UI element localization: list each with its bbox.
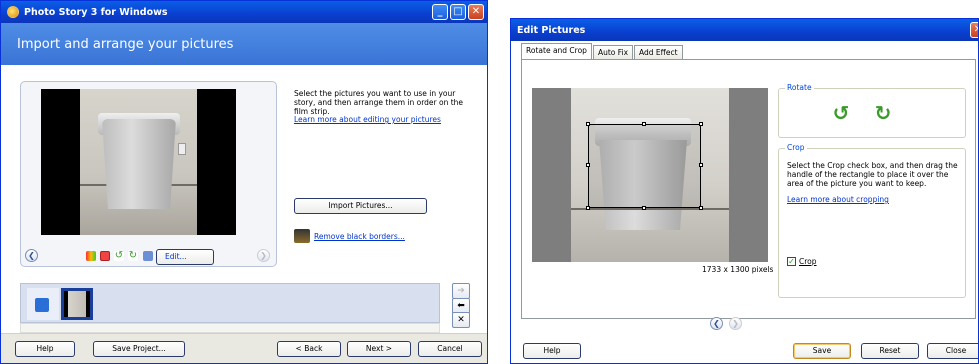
levels-icon[interactable]	[86, 251, 96, 261]
crop-checkbox[interactable]: ✓	[787, 257, 796, 266]
image-dimensions: 1733 x 1300 pixels	[702, 265, 774, 274]
instructions-text: Select the pictures you want to use in y…	[294, 89, 464, 116]
rotate-group: Rotate ↺ ↻	[778, 83, 966, 138]
close-button[interactable]: ✕	[970, 22, 978, 38]
remove-borders-icon	[294, 229, 310, 243]
move-right-button[interactable]: ➜	[452, 283, 470, 299]
edit-icon	[143, 251, 153, 261]
tab-strip: Rotate and Crop Auto Fix Add Effect	[521, 43, 684, 59]
remove-red-eye-icon[interactable]	[100, 251, 110, 261]
bottom-bar: Help Save Project... < Back Next > Cance…	[1, 333, 487, 363]
rotate-left-icon[interactable]: ↺	[829, 101, 853, 125]
edit-button[interactable]: Edit...	[156, 249, 214, 265]
film-strip-scrollbar[interactable]	[20, 323, 440, 333]
crop-handle[interactable]	[586, 122, 590, 126]
learn-more-link[interactable]: Learn more about editing your pictures	[294, 115, 441, 124]
crop-label: Crop	[785, 143, 807, 152]
help-button[interactable]: Help	[523, 343, 581, 359]
cancel-button[interactable]: Cancel	[418, 341, 482, 357]
close-button[interactable]: ✕	[468, 4, 484, 20]
next-picture-button[interactable]: ❯	[729, 317, 742, 330]
app-icon	[7, 6, 19, 18]
learn-more-cropping-link[interactable]: Learn more about cropping	[787, 195, 889, 204]
save-button[interactable]: Save	[793, 343, 851, 359]
back-button[interactable]: < Back	[277, 341, 341, 357]
title-bar: Edit Pictures ✕	[511, 19, 978, 41]
page-title: Import and arrange your pictures	[1, 23, 487, 65]
close-dialog-button[interactable]: Close	[927, 343, 978, 359]
previous-picture-button[interactable]: ❮	[710, 317, 723, 330]
crop-handle[interactable]	[699, 122, 703, 126]
import-pictures-button[interactable]: Import Pictures...	[294, 198, 427, 214]
preview-photo	[41, 89, 236, 235]
minimize-button[interactable]: _	[432, 4, 448, 20]
crop-checkbox-label[interactable]: Crop	[799, 257, 817, 266]
crop-handle[interactable]	[642, 122, 646, 126]
previous-picture-button[interactable]: ❮	[25, 249, 38, 262]
tab-auto-fix[interactable]: Auto Fix	[592, 45, 634, 59]
crop-handle[interactable]	[699, 163, 703, 167]
help-button[interactable]: Help	[15, 341, 75, 357]
remove-black-borders-link[interactable]: Remove black borders...	[314, 232, 405, 241]
window-title: Edit Pictures	[517, 24, 586, 36]
crop-group: Crop Select the Crop check box, and then…	[778, 143, 966, 298]
window-title: Photo Story 3 for Windows	[24, 6, 168, 18]
rotate-right-icon[interactable]: ↻	[871, 101, 895, 125]
rotate-right-icon[interactable]: ↻	[128, 251, 138, 261]
tab-add-effect[interactable]: Add Effect	[634, 45, 683, 59]
photo-story-window: Photo Story 3 for Windows _ □ ✕ Import a…	[0, 0, 488, 364]
crop-handle[interactable]	[586, 163, 590, 167]
tab-panel: 1733 x 1300 pixels Rotate ↺ ↻ Crop Selec…	[521, 59, 976, 319]
tab-rotate-and-crop[interactable]: Rotate and Crop	[521, 43, 592, 59]
film-thumbnail[interactable]	[27, 288, 59, 320]
film-strip	[20, 283, 440, 323]
crop-handle[interactable]	[699, 206, 703, 210]
maximize-button[interactable]: □	[450, 4, 466, 20]
title-bar: Photo Story 3 for Windows _ □ ✕	[1, 1, 487, 23]
crop-handle[interactable]	[642, 206, 646, 210]
delete-picture-button[interactable]: ✕	[452, 312, 470, 328]
rotate-left-icon[interactable]: ↺	[114, 251, 124, 261]
film-thumbnail-selected[interactable]	[61, 288, 93, 320]
save-project-button[interactable]: Save Project...	[93, 341, 185, 357]
next-picture-button[interactable]: ❯	[257, 249, 270, 262]
crop-photo	[532, 88, 768, 262]
edit-pictures-window: Edit Pictures ✕ Rotate and Crop Auto Fix…	[510, 18, 979, 364]
next-button[interactable]: Next >	[347, 341, 411, 357]
rotate-label: Rotate	[785, 83, 814, 92]
crop-handle[interactable]	[586, 206, 590, 210]
crop-instructions: Select the Crop check box, and then drag…	[787, 161, 958, 188]
reset-button[interactable]: Reset	[861, 343, 919, 359]
crop-rectangle[interactable]	[586, 122, 703, 210]
